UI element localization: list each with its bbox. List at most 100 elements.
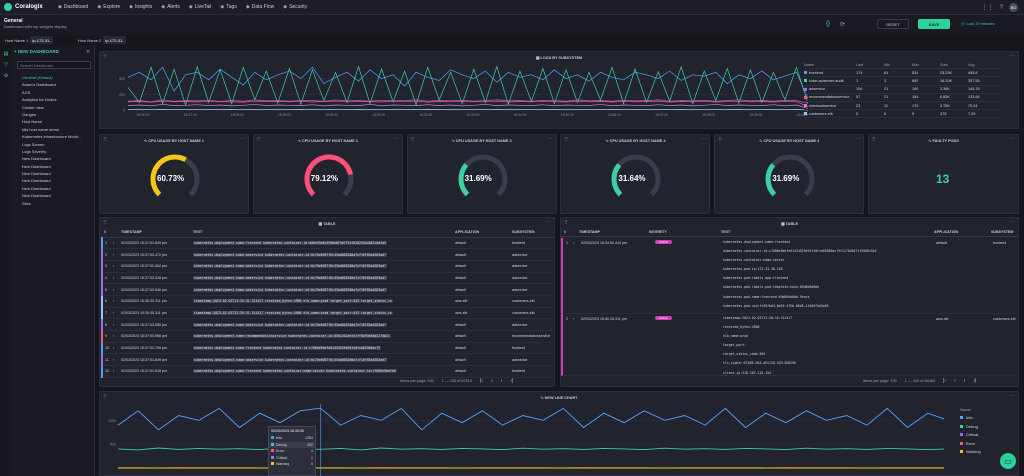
table-row[interactable]: 12 › 02/03/2023 15:37:51.818 pm kubernetes.…: [101, 365, 554, 378]
col-header-subsystem[interactable]: SUBSYSTEM: [510, 228, 554, 238]
expand-row-icon[interactable]: ›: [111, 353, 119, 367]
col-header-timestamp[interactable]: TIMESTAMP: [119, 228, 191, 238]
folder-icon[interactable]: ▤: [0, 51, 12, 57]
panel-menu-icon[interactable]: ⋯: [855, 136, 860, 142]
panel-menu-icon[interactable]: ⋯: [1010, 219, 1015, 225]
last-page-icon[interactable]: ›|: [510, 378, 513, 384]
series-line-info[interactable]: [117, 407, 944, 431]
table-row[interactable]: 4 › 02/03/2023 15:37:53.028 pm kubernetes.d…: [101, 272, 554, 285]
sidebar-item-dashboard[interactable]: New Dashboard: [22, 185, 94, 192]
sidebar-item-dashboard[interactable]: New Dashboard: [22, 155, 94, 162]
expand-row-icon[interactable]: ›: [111, 342, 119, 355]
legend-row[interactable]: checkoutservice 23 11 170 3.75K 75.24: [804, 102, 1000, 111]
refresh-icon[interactable]: ⟳: [840, 21, 845, 28]
col-header-timestamp[interactable]: TIMESTAMP: [579, 230, 600, 234]
sidebar-item-dashboard[interactable]: General (Default): [22, 74, 94, 81]
next-page-icon[interactable]: ›: [501, 378, 503, 384]
legend-row[interactable]: recommendationservice 57 21 154 6.83K 133.94: [804, 94, 1000, 102]
table-row[interactable]: 5 › 02/03/2023 15:37:53.945 pm kubernetes.d…: [101, 283, 554, 296]
sidebar-item-dashboard[interactable]: Cluster view: [22, 104, 94, 111]
panel-menu-icon[interactable]: ⋯: [1010, 136, 1015, 142]
avatar[interactable]: BO: [1009, 3, 1018, 12]
expand-row-icon[interactable]: ›: [111, 260, 119, 273]
expand-row-icon[interactable]: ›: [573, 241, 574, 245]
new-dashboard-button[interactable]: + NEW DASHBOARD: [14, 49, 59, 54]
col-header-text[interactable]: TEXT: [191, 228, 453, 238]
reset-button[interactable]: RESET: [877, 19, 909, 29]
table-row[interactable]: 2 › 02/03/2023 15:37:50.472 pm kubernetes.d…: [101, 248, 554, 261]
table-row[interactable]: 6 › 02/03/2023 15:35:35.311 pm timestamp:20…: [101, 295, 554, 308]
table-row[interactable]: 1 › 02/03/2023 15:37:51.849 pm kubernetes.d…: [101, 237, 554, 250]
nav-item-data-flow[interactable]: ◆ Data Flow: [246, 4, 274, 10]
series-line-frontend[interactable]: [127, 66, 808, 99]
nav-item-tags[interactable]: ◆ Tags: [220, 4, 236, 10]
legend-item[interactable]: Critical: [960, 431, 981, 440]
legend-item[interactable]: Debug: [960, 422, 981, 431]
chat-support-button[interactable]: ▭: [1000, 453, 1016, 469]
panel-menu-icon[interactable]: ⋯: [546, 219, 551, 225]
expand-row-icon[interactable]: ›: [111, 365, 119, 378]
panel-menu-icon[interactable]: ⋯: [1010, 53, 1015, 59]
brand-logo[interactable]: Coralogix: [4, 3, 43, 11]
col-header-text[interactable]: TEXT: [721, 230, 730, 234]
save-button[interactable]: SAVE: [918, 19, 950, 29]
sidebar-item-dashboard[interactable]: Gauges: [22, 111, 94, 118]
sidebar-item-dashboard[interactable]: Sites: [22, 200, 94, 207]
table-row[interactable]: 1 › 02/03/2023 15:34:54.444 pm critical kube…: [561, 238, 1018, 314]
sidebar-item-dashboard[interactable]: Kubernetes infrastructure Monit...: [22, 133, 94, 140]
first-page-icon[interactable]: |‹: [480, 378, 483, 384]
nav-item-dashboard[interactable]: ◆ Dashboard: [58, 4, 88, 10]
legend-row[interactable]: adservice 106 21 160 3.36K 145.76: [804, 86, 1000, 94]
panel-menu-icon[interactable]: ⋯: [394, 136, 399, 142]
expand-row-icon[interactable]: ›: [111, 272, 119, 285]
nav-item-insights[interactable]: ◆ Insights: [129, 4, 152, 10]
legend-header-cell[interactable]: Last: [856, 63, 884, 67]
series-line-kube-apiserver-audit[interactable]: [127, 65, 808, 107]
col-header-subsystem[interactable]: SUBSYSTEM: [991, 230, 1013, 234]
sidebar-item-dashboard[interactable]: New Dashboard: [22, 170, 94, 177]
time-range-picker[interactable]: ◷ Last 15 minutes: [961, 21, 995, 26]
col-header-application[interactable]: APPLICATION: [453, 228, 510, 238]
legend-item[interactable]: Error: [960, 439, 981, 448]
last-page-icon[interactable]: ›|: [973, 378, 976, 384]
per-page-select[interactable]: 100: [890, 379, 896, 383]
prev-page-icon[interactable]: ‹: [491, 378, 493, 384]
apps-grid-icon[interactable]: ⋮⋮: [982, 4, 994, 11]
series-line-debug[interactable]: [117, 447, 944, 451]
table-row[interactable]: 9 › 02/03/2023 15:37:53.966 pm kubernetes.d…: [101, 330, 554, 343]
table-row[interactable]: 8 › 02/03/2023 15:37:53.085 pm kubernetes.d…: [101, 318, 554, 331]
expand-row-icon[interactable]: ›: [111, 330, 119, 343]
settings-icon[interactable]: ⚙: [0, 73, 12, 79]
expand-row-icon[interactable]: ›: [111, 295, 119, 308]
expand-row-icon[interactable]: ›: [573, 317, 574, 321]
panel-menu-icon[interactable]: ⋯: [240, 136, 245, 142]
next-page-icon[interactable]: ›: [964, 378, 966, 384]
nav-item-explore[interactable]: ◆ Explore: [97, 4, 120, 10]
legend-header-cell[interactable]: Min: [884, 63, 912, 67]
legend-item[interactable]: Info: [960, 414, 981, 423]
search-dashboard-input[interactable]: [17, 61, 91, 69]
first-page-icon[interactable]: |‹: [943, 378, 946, 384]
col-header-application[interactable]: APPLICATION: [934, 230, 958, 234]
close-sidebar-icon[interactable]: ✕: [86, 49, 90, 55]
sidebar-item-dashboard[interactable]: New Dashboard: [22, 192, 94, 199]
col-header-index[interactable]: #: [102, 228, 111, 238]
legend-row[interactable]: frontend 174 81 534 23.29K 495.8: [804, 69, 1000, 78]
panel-menu-icon[interactable]: ⋯: [548, 136, 553, 142]
legend-row[interactable]: customers-elb 0 0 9 375 7.39: [804, 110, 1000, 119]
variable-value[interactable]: ip-172-31-: [30, 36, 53, 44]
variable-host-name-1[interactable]: Host Name 1 ip-172-31-: [3, 36, 53, 44]
sidebar-item-dashboard[interactable]: Host Name: [22, 118, 94, 125]
per-page-select[interactable]: 100: [427, 379, 433, 383]
legend-header-cell[interactable]: Sum: [940, 63, 968, 67]
expand-row-icon[interactable]: ›: [111, 307, 119, 320]
table-row[interactable]: 2 › 02/03/2023 15:40:15.311 pm critical time…: [561, 314, 1018, 376]
table-row[interactable]: 7 › 02/03/2023 15:35:35.311 pm timestamp:20…: [101, 307, 554, 320]
legend-item[interactable]: Warning: [960, 448, 981, 457]
sidebar-item-dashboard[interactable]: k8s host name demo: [22, 126, 94, 133]
nav-item-security[interactable]: ◆ Security: [283, 4, 307, 10]
series-line-checkoutservice[interactable]: [127, 103, 808, 109]
variable-value[interactable]: ip-172-31-: [103, 36, 126, 44]
legend-row[interactable]: kube-apiserver-audit 1 3 692 16.20K 357.53: [804, 77, 1000, 86]
panel-menu-icon[interactable]: ⋯: [701, 136, 706, 142]
